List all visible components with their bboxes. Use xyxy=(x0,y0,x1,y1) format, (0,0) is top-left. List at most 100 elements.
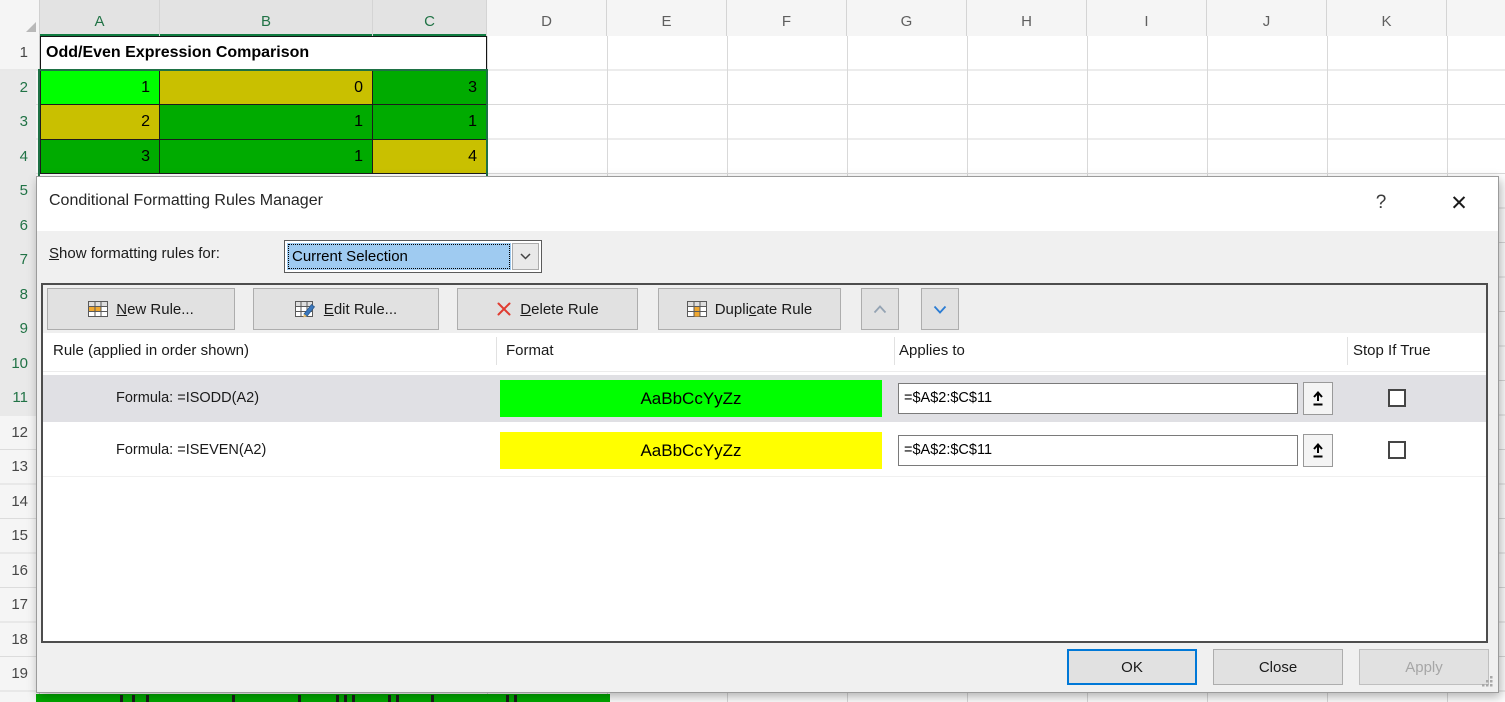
rule-formula: Formula: =ISODD(A2) xyxy=(116,375,259,422)
ok-button[interactable]: OK xyxy=(1067,649,1197,685)
rule-row-iseven[interactable]: Formula: =ISEVEN(A2) AaBbCcYyZz =$A$2:$C… xyxy=(43,427,1486,474)
column-header-D[interactable]: D xyxy=(487,0,607,36)
chevron-up-icon xyxy=(873,305,887,314)
row-header-16[interactable]: 16 xyxy=(0,554,36,589)
row-header-5[interactable]: 5 xyxy=(0,174,36,209)
cell-A3[interactable]: 2 xyxy=(40,105,160,140)
column-header-H[interactable]: H xyxy=(967,0,1087,36)
row-header-11[interactable]: 11 xyxy=(0,381,36,416)
column-header-C[interactable]: C xyxy=(373,0,487,36)
chevron-down-icon xyxy=(933,305,947,314)
range-select-arrow-icon xyxy=(1311,390,1325,407)
dialog-title: Conditional Formatting Rules Manager xyxy=(49,192,323,210)
collapse-dialog-range-button[interactable] xyxy=(1303,382,1333,415)
row-divider xyxy=(43,476,1486,477)
col-header-stop-if-true: Stop If True xyxy=(1353,342,1431,359)
column-header-F[interactable]: F xyxy=(727,0,847,36)
rules-frame: New Rule... Edit Rule... xyxy=(41,283,1488,643)
edit-rule-label: Edit Rule... xyxy=(324,301,397,318)
delete-rule-button[interactable]: Delete Rule xyxy=(457,288,638,330)
format-preview: AaBbCcYyZz xyxy=(500,432,882,469)
edit-rule-button[interactable]: Edit Rule... xyxy=(253,288,439,330)
cell-B4[interactable]: 1 xyxy=(160,140,373,175)
cell-A4[interactable]: 3 xyxy=(40,140,160,175)
cell-C2[interactable]: 3 xyxy=(373,71,487,106)
dialog-titlebar[interactable]: Conditional Formatting Rules Manager ? ✕ xyxy=(37,177,1498,231)
column-divider xyxy=(496,337,497,365)
col-header-format: Format xyxy=(506,342,554,359)
column-header-A[interactable]: A xyxy=(40,0,160,36)
column-divider xyxy=(1347,337,1348,365)
row-header-4[interactable]: 4 xyxy=(0,140,36,175)
delete-x-icon xyxy=(496,301,512,317)
scope-dropdown-button[interactable] xyxy=(512,243,539,270)
row-20-clipped-cells xyxy=(36,694,610,702)
row-header-12[interactable]: 12 xyxy=(0,416,36,451)
row-header-15[interactable]: 15 xyxy=(0,519,36,554)
row-header-6[interactable]: 6 xyxy=(0,209,36,244)
column-header-I[interactable]: I xyxy=(1087,0,1207,36)
column-header-G[interactable]: G xyxy=(847,0,967,36)
row-header-20[interactable]: 20 xyxy=(0,692,36,702)
format-preview: AaBbCcYyZz xyxy=(500,380,882,417)
new-rule-label: New Rule... xyxy=(116,301,194,318)
row-header-14[interactable]: 14 xyxy=(0,485,36,520)
row-header-2[interactable]: 2 xyxy=(0,71,36,106)
row-header-9[interactable]: 9 xyxy=(0,312,36,347)
collapse-dialog-range-button[interactable] xyxy=(1303,434,1333,467)
applies-to-input[interactable]: =$A$2:$C$11 xyxy=(898,383,1298,414)
duplicate-rule-button[interactable]: Duplicate Rule xyxy=(658,288,841,330)
row-header-1[interactable]: 1 xyxy=(0,36,36,71)
cell-C3[interactable]: 1 xyxy=(373,105,487,140)
show-formatting-rules-label: Show formatting rules for: xyxy=(49,245,220,262)
resize-grip-icon[interactable] xyxy=(1480,674,1493,687)
conditional-formatting-rules-manager-dialog: Conditional Formatting Rules Manager ? ✕… xyxy=(36,176,1499,693)
column-header-row: A B C D E F G H I J K xyxy=(0,0,1505,36)
column-header-B[interactable]: B xyxy=(160,0,373,36)
cell-C4[interactable]: 4 xyxy=(373,140,487,175)
duplicate-rule-label: Duplicate Rule xyxy=(715,301,813,318)
range-select-arrow-icon xyxy=(1311,442,1325,459)
col-header-applies-to: Applies to xyxy=(899,342,965,359)
rules-list: Rule (applied in order shown) Format App… xyxy=(43,333,1486,641)
rule-row-isodd[interactable]: Formula: =ISODD(A2) AaBbCcYyZz =$A$2:$C$… xyxy=(43,375,1486,422)
row-header-3[interactable]: 3 xyxy=(0,105,36,140)
duplicate-rule-grid-icon xyxy=(687,301,707,317)
scope-dropdown-value: Current Selection xyxy=(287,243,511,270)
move-rule-down-button[interactable] xyxy=(921,288,959,330)
applies-to-input[interactable]: =$A$2:$C$11 xyxy=(898,435,1298,466)
row-numbers: 1 2 3 4 5 6 7 8 9 10 11 12 13 14 15 16 1… xyxy=(0,36,36,702)
row-header-17[interactable]: 17 xyxy=(0,588,36,623)
close-button[interactable]: Close xyxy=(1213,649,1343,685)
cell-B3[interactable]: 1 xyxy=(160,105,373,140)
row-header-7[interactable]: 7 xyxy=(0,243,36,278)
row-header-10[interactable]: 10 xyxy=(0,347,36,382)
row-header-8[interactable]: 8 xyxy=(0,278,36,313)
scope-dropdown[interactable]: Current Selection xyxy=(284,240,542,273)
header-divider xyxy=(43,371,1486,372)
column-header-J[interactable]: J xyxy=(1207,0,1327,36)
row-header-18[interactable]: 18 xyxy=(0,623,36,658)
chevron-down-icon xyxy=(520,253,531,260)
cell-A2[interactable]: 1 xyxy=(40,71,160,106)
select-all-corner[interactable] xyxy=(0,0,40,36)
rules-toolbar: New Rule... Edit Rule... xyxy=(43,285,1486,333)
stop-if-true-checkbox[interactable] xyxy=(1388,441,1406,459)
new-rule-button[interactable]: New Rule... xyxy=(47,288,235,330)
move-rule-up-button[interactable] xyxy=(861,288,899,330)
delete-rule-label: Delete Rule xyxy=(520,301,598,318)
stop-if-true-checkbox[interactable] xyxy=(1388,389,1406,407)
column-header-K[interactable]: K xyxy=(1327,0,1447,36)
row-header-19[interactable]: 19 xyxy=(0,657,36,692)
cell-A1-title[interactable]: Odd/Even Expression Comparison xyxy=(40,36,487,71)
apply-button: Apply xyxy=(1359,649,1489,685)
row-header-13[interactable]: 13 xyxy=(0,450,36,485)
edit-rule-pencil-icon xyxy=(295,301,316,318)
select-all-triangle-icon xyxy=(25,21,37,33)
help-icon[interactable]: ? xyxy=(1364,187,1398,219)
close-icon[interactable]: ✕ xyxy=(1442,187,1476,219)
column-header-E[interactable]: E xyxy=(607,0,727,36)
cell-B2[interactable]: 0 xyxy=(160,71,373,106)
rule-formula: Formula: =ISEVEN(A2) xyxy=(116,427,266,474)
new-rule-grid-icon xyxy=(88,301,108,317)
